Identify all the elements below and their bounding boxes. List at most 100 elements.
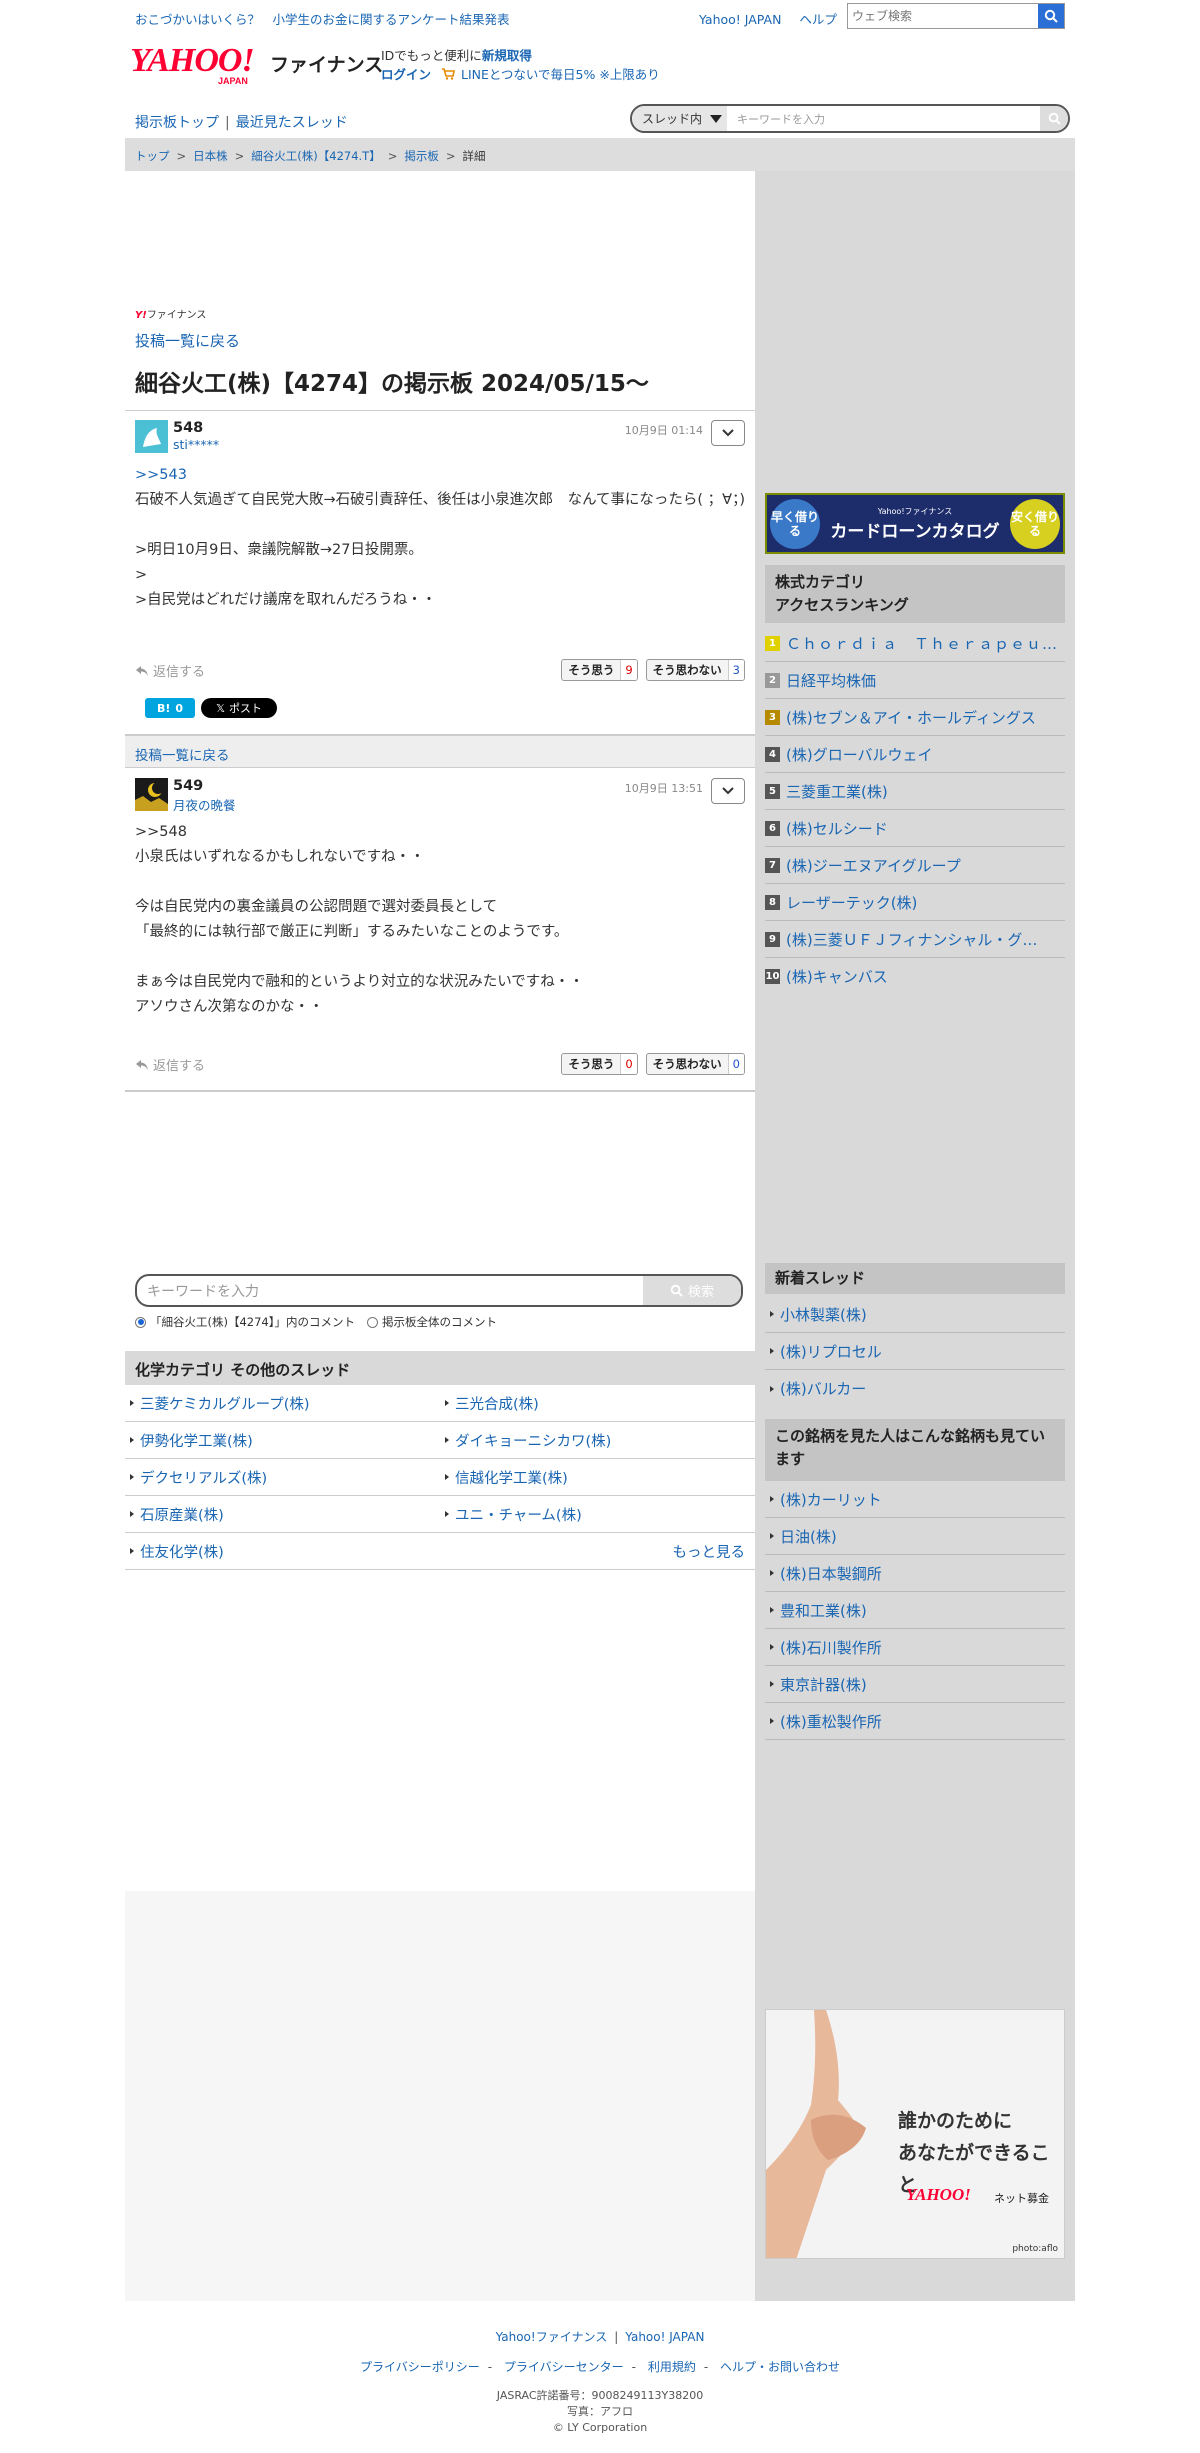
ranking-item[interactable]: 9 (株)三菱ＵＦＪフィナンシャル・グ… [765,921,1065,958]
new-thread-link[interactable]: 小林製薬(株) [765,1296,1065,1333]
thread-link[interactable]: デクセリアルズ(株) [125,1459,440,1495]
radio-label: 「細谷火工(株)【4274】」内のコメント [150,1315,355,1329]
board-top-link[interactable]: 掲示板トップ [135,115,219,131]
avatar[interactable] [135,778,168,811]
ranking-item[interactable]: 1 Ｃｈｏｒｄｉａ Ｔｈｅｒａｐｅｕ… [765,625,1065,662]
donation-ad[interactable]: 誰かのために あなたができること YAHOO! ネット募金 photo:aflo [765,2009,1065,2259]
promo-link[interactable]: おこづかいはいくら？ 小学生のお金に関するアンケート結果発表 [135,9,510,28]
also-viewed-link[interactable]: (株)重松製作所 [765,1703,1065,1740]
board-search-input[interactable]: キーワードを入力 [727,106,1040,131]
ranking-item[interactable]: 2 日経平均株価 [765,662,1065,699]
radio-in-board[interactable]: 「細谷火工(株)【4274】」内のコメント [135,1314,355,1330]
thread-link[interactable]: 信越化学工業(株) [440,1459,755,1495]
arrow-right-icon [770,1681,774,1687]
crumb-stock[interactable]: 細谷火工(株)【4274.T】 [251,149,380,163]
also-viewed-label: (株)カーリット [780,1490,882,1509]
footer-link[interactable]: プライバシーセンター [504,2360,624,2374]
login-link[interactable]: ログイン [381,67,431,82]
radio-all-boards[interactable]: 掲示板全体のコメント [367,1314,497,1330]
agree-count: 0 [620,1054,637,1074]
yahoo-finance-logo[interactable]: YAHOO! JAPAN ファイナンス [130,44,383,87]
footer-link[interactable]: プライバシーポリシー [360,2360,480,2374]
footer-link[interactable]: Yahoo!ファイナンス [496,2330,608,2344]
thread-link[interactable]: ダイキョーニシカワ(株) [440,1422,755,1458]
lower-ad-area [125,1891,755,2301]
thread-link[interactable]: ユニ・チャーム(株) [440,1496,755,1532]
post-line: 「最終的には執行部で厳正に判断」するみたいなことのようです。 [135,924,569,940]
new-thread-link[interactable]: (株)リプロセル [765,1333,1065,1370]
post-user[interactable]: sti***** [173,437,219,452]
agree-button[interactable]: そう思う 0 [561,1053,638,1075]
footer-link[interactable]: ヘルプ・お問い合わせ [720,2360,840,2374]
crumb-top[interactable]: トップ [135,149,170,163]
yahoo-japan-link[interactable]: Yahoo! JAPAN [699,12,781,27]
also-viewed-link[interactable]: (株)カーリット [765,1481,1065,1518]
search-scope-select[interactable]: スレッド内 [632,106,727,131]
avatar[interactable] [135,420,168,453]
new-thread-label: (株)バルカー [780,1380,867,1398]
new-threads-list: 小林製薬(株) (株)リプロセル (株)バルカー [765,1296,1065,1407]
crumb-board[interactable]: 掲示板 [404,149,439,163]
web-search-input[interactable] [848,4,1038,28]
ranking-item[interactable]: 3 (株)セブン＆アイ・ホールディングス [765,699,1065,736]
x-post-button[interactable]: 𝕏 ポスト [201,698,277,718]
disagree-label: そう思わない [652,663,722,677]
bottom-search-button[interactable]: 検索 [643,1276,741,1305]
ranking-item[interactable]: 10 (株)キャンバス [765,958,1065,995]
ad-badge-cheap: 安く借りる [1010,498,1060,549]
reply-button[interactable]: 返信する [135,661,205,680]
ranking-item[interactable]: 6 (株)セルシード [765,810,1065,847]
post-number: 548 [173,420,204,436]
bottom-search: キーワードを入力 検索 [135,1274,743,1307]
also-viewed-label: (株)重松製作所 [780,1712,882,1731]
ranking-item[interactable]: 7 (株)ジーエヌアイグループ [765,847,1065,884]
also-viewed-link[interactable]: 東京計器(株) [765,1666,1065,1703]
post-menu-button[interactable] [711,778,745,804]
line-promo-link[interactable]: LINEとつないで毎日5% ※上限あり [461,67,660,82]
arrow-right-icon [445,1511,449,1517]
web-search-button[interactable] [1038,4,1064,28]
recent-threads-link[interactable]: 最近見たスレッド [236,115,348,131]
mini-brand: Y!ファイナンス [135,306,206,321]
ranking-item[interactable]: 8 レーザーテック(株) [765,884,1065,921]
thread-link[interactable]: 三光合成(株) [440,1385,755,1421]
reply-ref-text[interactable]: >>548 [135,820,745,845]
post-user[interactable]: 月夜の晩餐 [173,795,236,814]
back-to-list-link[interactable]: 投稿一覧に戻る [135,748,230,764]
hatena-bookmark-button[interactable]: B! 0 [145,698,195,718]
also-viewed-link[interactable]: (株)日本製鋼所 [765,1555,1065,1592]
also-viewed-link[interactable]: 豊和工業(株) [765,1592,1065,1629]
also-viewed-link[interactable]: (株)石川製作所 [765,1629,1065,1666]
more-threads-link[interactable]: もっと見る [673,1533,746,1569]
signup-link[interactable]: 新規取得 [482,48,532,63]
footer-link[interactable]: Yahoo! JAPAN [625,2330,704,2344]
service-name: ファイナンス [270,54,384,76]
post-menu-button[interactable] [711,420,745,446]
new-thread-link[interactable]: (株)バルカー [765,1370,1065,1407]
help-link[interactable]: ヘルプ [799,12,837,27]
arrow-right-icon [770,1533,774,1539]
footer-link[interactable]: 利用規約 [648,2360,696,2374]
ad-badge-fast: 早く借りる [770,498,820,549]
also-viewed-link[interactable]: 日油(株) [765,1518,1065,1555]
ranking-item[interactable]: 5 三菱重工業(株) [765,773,1065,810]
crumb-jp-stocks[interactable]: 日本株 [193,149,228,163]
agree-button[interactable]: そう思う 9 [561,659,638,681]
bottom-search-input[interactable]: キーワードを入力 [137,1276,643,1305]
thread-link[interactable]: 伊勢化学工業(株) [125,1422,440,1458]
card-loan-ad[interactable]: 早く借りる Yahoo!ファイナンス カードローンカタログ 安く借りる [765,493,1065,554]
ranking-label: (株)ジーエヌアイグループ [786,856,961,875]
thread-link[interactable]: 三菱ケミカルグループ(株) [125,1385,440,1421]
board-search-button[interactable] [1040,106,1068,131]
x-post-label: ポスト [228,702,262,715]
thread-label: デクセリアルズ(株) [140,1470,268,1487]
reply-button[interactable]: 返信する [135,1055,205,1074]
thread-link[interactable]: 住友化学(株) [125,1533,224,1569]
thread-label: ダイキョーニシカワ(株) [455,1433,612,1450]
back-to-list-link[interactable]: 投稿一覧に戻る [135,330,240,351]
thread-link[interactable]: 石原産業(株) [125,1496,440,1532]
reply-ref-link[interactable]: >>543 [135,463,745,488]
disagree-button[interactable]: そう思わない 0 [645,1053,745,1075]
disagree-button[interactable]: そう思わない 3 [645,659,745,681]
ranking-item[interactable]: 4 (株)グローバルウェイ [765,736,1065,773]
